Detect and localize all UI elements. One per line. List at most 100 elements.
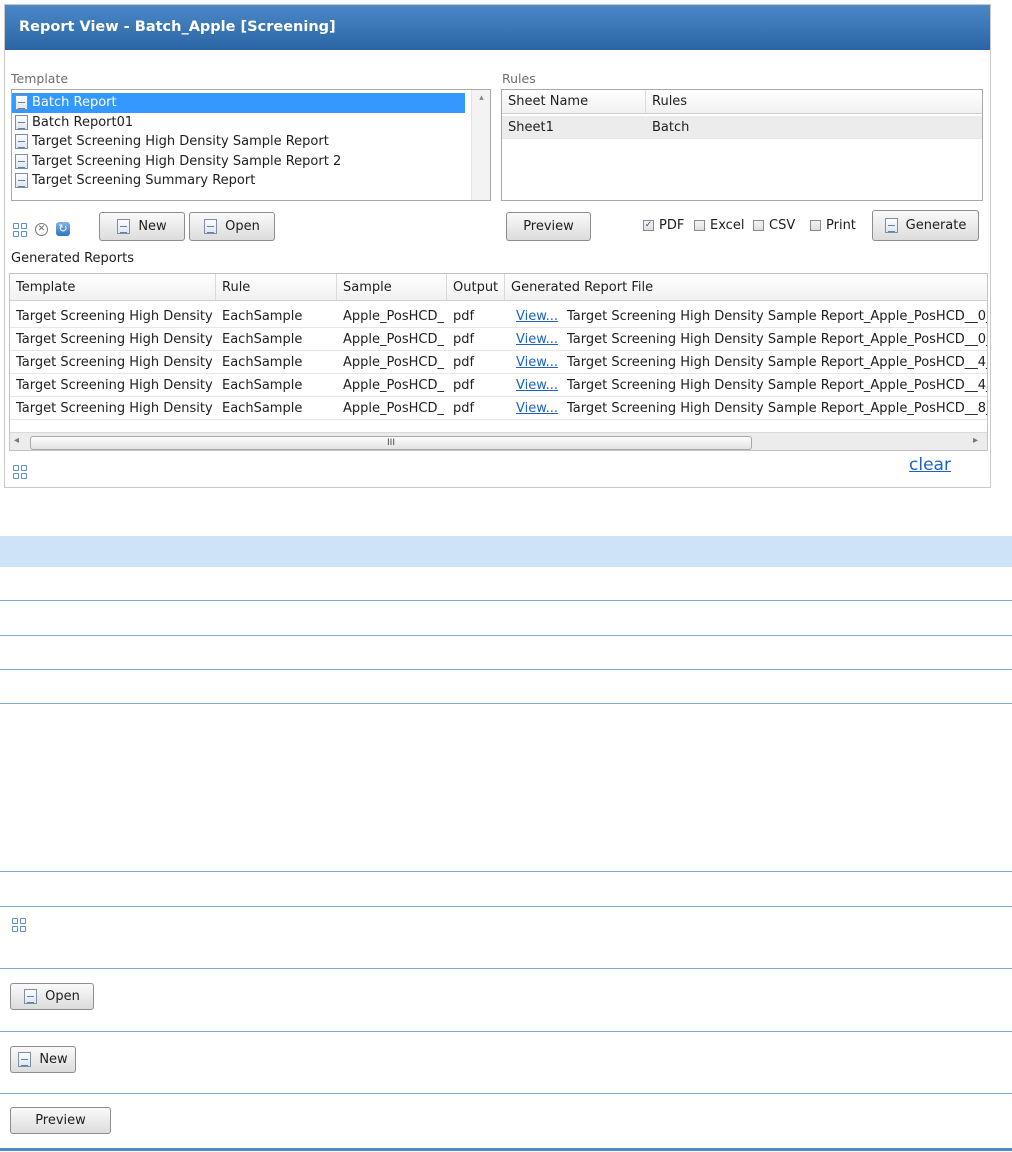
open-document-icon xyxy=(204,219,218,234)
row-template: Target Screening High Density xyxy=(16,378,213,393)
row-sample: Apple_PosHCD_ xyxy=(343,309,444,324)
row-template: Target Screening High Density xyxy=(16,401,213,416)
template-item-label: Target Screening High Density Sample Rep… xyxy=(32,134,329,149)
row-template: Target Screening High Density xyxy=(16,332,213,347)
legend-row-divider xyxy=(0,600,1012,601)
generated-reports-label: Generated Reports xyxy=(11,251,134,266)
row-file: Target Screening High Density Sample Rep… xyxy=(567,378,987,393)
scroll-up-arrow-icon[interactable]: ▴ xyxy=(472,93,490,103)
open-template-button[interactable]: Open xyxy=(189,212,275,241)
refresh-icon[interactable]: ↻ xyxy=(56,222,70,236)
legend-open-button: Open xyxy=(10,983,94,1010)
row-file: Target Screening High Density Sample Rep… xyxy=(567,401,987,416)
window-title-prefix: Report View - xyxy=(19,19,135,35)
legend-new-label: New xyxy=(39,1052,68,1067)
view-report-link[interactable]: View... xyxy=(510,374,562,397)
preview-button-label: Preview xyxy=(523,219,574,234)
view-report-link[interactable]: View... xyxy=(510,328,562,351)
row-sample: Apple_PosHCD_ xyxy=(343,355,444,370)
generate-button-label: Generate xyxy=(905,218,967,233)
view-report-link[interactable]: View... xyxy=(510,305,562,328)
generated-col-rule[interactable]: Rule xyxy=(216,274,337,301)
generated-report-row[interactable]: Target Screening High Density EachSample… xyxy=(10,351,987,374)
rules-row[interactable]: Sheet1 Batch xyxy=(502,116,982,139)
open-button-label: Open xyxy=(225,219,260,234)
template-item-batch-report[interactable]: Batch Report xyxy=(12,93,465,113)
window-title-bar: Report View - Batch_Apple [Screening] xyxy=(5,5,990,50)
excel-label: Excel xyxy=(710,218,745,233)
row-sample: Apple_PosHCD_ xyxy=(343,378,444,393)
csv-checkbox[interactable] xyxy=(753,220,764,231)
row-output: pdf xyxy=(453,401,475,416)
view-report-link[interactable]: View... xyxy=(510,351,562,374)
rules-row-sheet: Sheet1 xyxy=(508,120,554,135)
legend-table-header xyxy=(0,536,1012,567)
generated-col-template[interactable]: Template xyxy=(10,274,216,301)
legend-row-divider xyxy=(0,669,1012,670)
scroll-left-arrow-icon[interactable]: ◂ xyxy=(14,435,19,446)
row-sample: Apple_PosHCD_ xyxy=(343,332,444,347)
row-template: Target Screening High Density xyxy=(16,355,213,370)
generate-report-icon xyxy=(884,218,898,233)
new-button-label: New xyxy=(138,219,167,234)
template-section-label: Template xyxy=(11,71,69,86)
report-template-icon xyxy=(15,134,28,150)
template-item-high-density[interactable]: Target Screening High Density Sample Rep… xyxy=(12,132,490,152)
footer-layout-grid-icon[interactable] xyxy=(13,465,27,479)
row-output: pdf xyxy=(453,309,475,324)
hscroll-thumb[interactable]: III xyxy=(30,436,752,450)
legend-layout-grid-icon xyxy=(12,918,26,932)
rules-row-rule: Batch xyxy=(652,120,690,135)
template-item-batch-report01[interactable]: Batch Report01 xyxy=(12,113,490,133)
rules-col-sheet-name[interactable]: Sheet Name xyxy=(502,90,646,114)
legend-preview-button: Preview xyxy=(10,1107,111,1134)
template-item-high-density-2[interactable]: Target Screening High Density Sample Rep… xyxy=(12,152,490,172)
new-template-button[interactable]: New xyxy=(99,212,185,241)
legend-row-divider xyxy=(0,968,1012,969)
view-report-link[interactable]: View... xyxy=(510,397,562,420)
generated-reports-grid: Template Rule Sample Output Generated Re… xyxy=(9,273,988,451)
layout-grid-icon[interactable] xyxy=(13,223,27,237)
row-file: Target Screening High Density Sample Rep… xyxy=(567,309,987,324)
template-list-scrollbar[interactable]: ▴ xyxy=(471,90,490,200)
rules-col-rules[interactable]: Rules xyxy=(646,90,982,114)
legend-row-divider xyxy=(0,635,1012,636)
legend-row-divider xyxy=(0,906,1012,907)
row-sample: Apple_PosHCD_ xyxy=(343,401,444,416)
window-title-batch: Batch_Apple xyxy=(134,19,236,35)
legend-table-bottom xyxy=(0,1148,1012,1151)
report-template-icon xyxy=(15,173,28,189)
generated-report-row[interactable]: Target Screening High Density EachSample… xyxy=(10,305,987,328)
row-template: Target Screening High Density xyxy=(16,309,213,324)
row-rule: EachSample xyxy=(222,401,303,416)
excel-checkbox[interactable] xyxy=(694,220,705,231)
row-output: pdf xyxy=(453,332,475,347)
template-item-summary[interactable]: Target Screening Summary Report xyxy=(12,171,490,191)
template-item-label: Target Screening Summary Report xyxy=(32,173,256,188)
generated-col-file[interactable]: Generated Report File xyxy=(505,274,987,301)
generated-report-row[interactable]: Target Screening High Density EachSample… xyxy=(10,328,987,351)
template-item-label: Batch Report01 xyxy=(32,114,134,130)
scroll-right-arrow-icon[interactable]: ▸ xyxy=(973,435,978,446)
report-template-icon xyxy=(15,95,28,111)
report-template-icon xyxy=(15,114,28,130)
generated-report-row[interactable]: Target Screening High Density EachSample… xyxy=(10,397,987,420)
generated-reports-hscrollbar[interactable]: ◂ III ▸ xyxy=(10,432,987,450)
generated-col-sample[interactable]: Sample xyxy=(337,274,447,301)
generated-report-row[interactable]: Target Screening High Density EachSample… xyxy=(10,374,987,397)
rules-section-label: Rules xyxy=(502,71,536,86)
legend-row-divider xyxy=(0,1031,1012,1032)
row-output: pdf xyxy=(453,378,475,393)
print-checkbox[interactable] xyxy=(810,220,821,231)
legend-row-divider xyxy=(0,871,1012,872)
pdf-checkbox[interactable]: ✓ xyxy=(643,220,654,231)
generate-button[interactable]: Generate xyxy=(872,210,979,241)
generated-col-output[interactable]: Output xyxy=(447,274,505,301)
rules-grid: Sheet Name Rules Sheet1 Batch xyxy=(501,89,983,201)
template-list[interactable]: ▴ Batch Report Batch Report01 Target Scr… xyxy=(11,89,491,201)
clear-link[interactable]: clear xyxy=(909,455,951,475)
close-icon[interactable]: ✕ xyxy=(35,223,48,236)
pdf-label: PDF xyxy=(659,218,685,233)
report-template-icon xyxy=(15,153,28,169)
preview-button[interactable]: Preview xyxy=(506,212,591,241)
